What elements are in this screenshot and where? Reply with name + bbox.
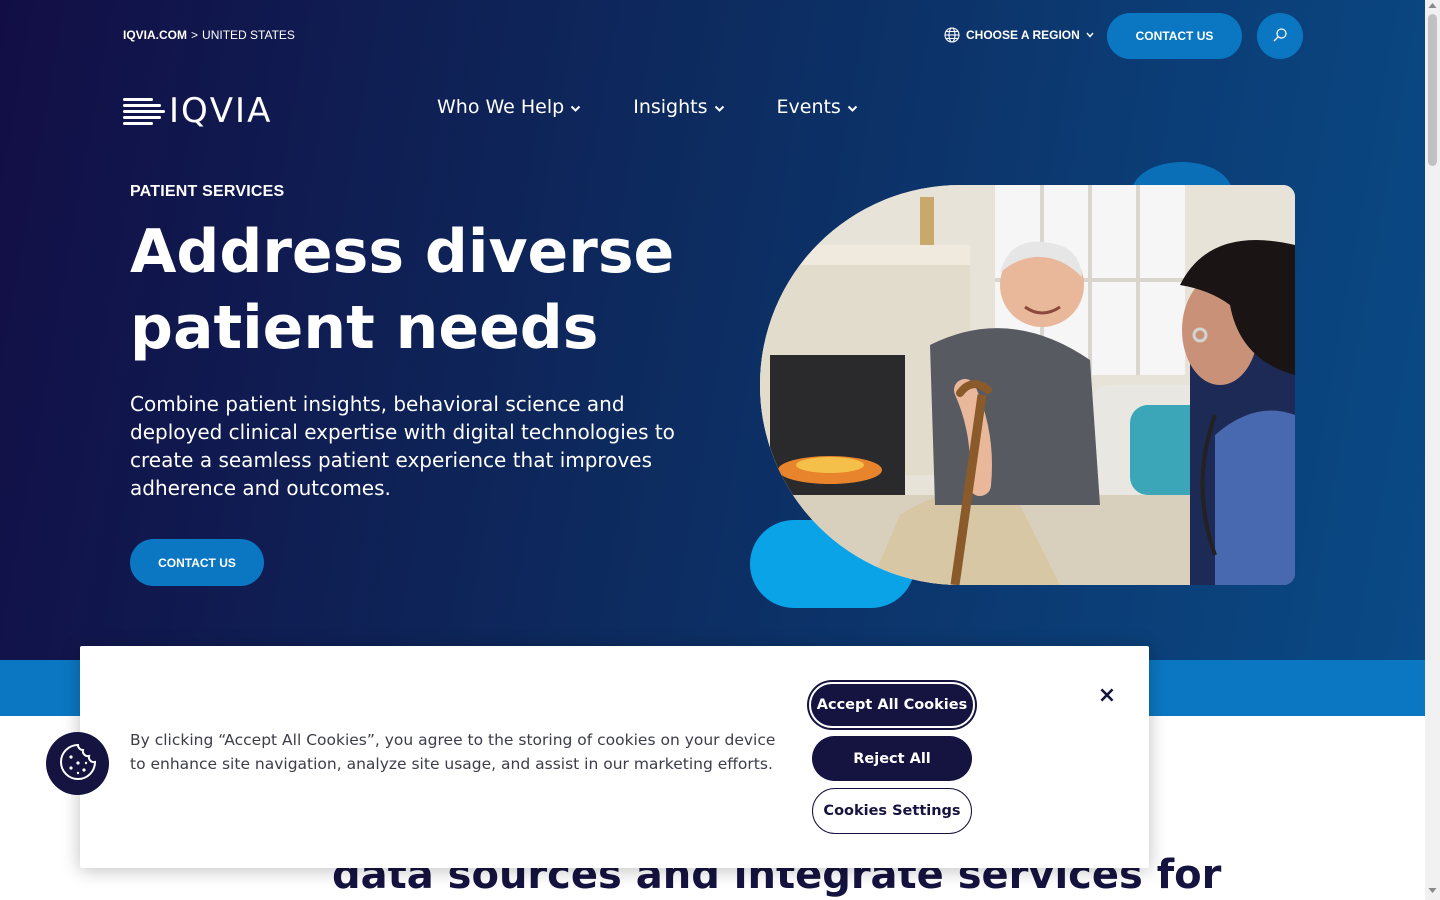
chevron-down-icon xyxy=(714,96,725,118)
globe-icon xyxy=(944,27,960,43)
main-nav: Who We Help Insights Events xyxy=(437,96,858,118)
nav-item-who-we-help[interactable]: Who We Help xyxy=(437,96,581,118)
chevron-down-icon xyxy=(1086,32,1094,38)
nav-item-insights[interactable]: Insights xyxy=(633,96,724,118)
hero-contact-button[interactable]: CONTACT US xyxy=(130,539,264,586)
hero-title: Address diverse patient needs xyxy=(130,217,675,363)
nav-item-label: Events xyxy=(776,96,841,118)
hero-description: Combine patient insights, behavioral sci… xyxy=(130,392,675,500)
breadcrumb-root-link[interactable]: IQVIA.COM xyxy=(123,28,187,42)
search-button[interactable] xyxy=(1257,13,1303,59)
region-label: CHOOSE A REGION xyxy=(966,28,1080,42)
breadcrumb: IQVIA.COM > UNITED STATES xyxy=(123,28,295,42)
nav-item-events[interactable]: Events xyxy=(777,96,858,118)
logo-speed-lines xyxy=(123,97,165,125)
cookie-consent-banner: By clicking “Accept All Cookies”, you ag… xyxy=(80,646,1149,868)
breadcrumb-separator: > xyxy=(191,28,199,42)
chevron-down-icon xyxy=(847,96,858,118)
hero-eyebrow: PATIENT SERVICES xyxy=(130,183,285,200)
chevron-down-icon xyxy=(570,96,581,118)
cookie-icon xyxy=(58,742,98,785)
scroll-down-arrow-icon[interactable] xyxy=(1428,888,1437,893)
header-contact-button[interactable]: CONTACT US xyxy=(1107,13,1242,59)
cookie-consent-text: By clicking “Accept All Cookies”, you ag… xyxy=(130,731,776,773)
hero-photo xyxy=(760,185,1295,585)
search-icon xyxy=(1272,27,1288,46)
choose-region-button[interactable]: CHOOSE A REGION xyxy=(944,27,1094,43)
close-glyph: × xyxy=(1097,682,1117,708)
close-icon[interactable]: × xyxy=(1096,682,1118,708)
reject-all-button[interactable]: Reject All xyxy=(812,736,972,781)
iqvia-logo[interactable]: IQVIA xyxy=(123,94,285,128)
nav-item-label: Insights xyxy=(633,96,708,118)
cookies-settings-button[interactable]: Cookies Settings xyxy=(812,788,972,834)
accept-all-cookies-button[interactable]: Accept All Cookies xyxy=(809,682,975,728)
breadcrumb-current: UNITED STATES xyxy=(202,28,295,42)
page-scrollbar-thumb[interactable] xyxy=(1428,14,1437,166)
scroll-up-arrow-icon[interactable] xyxy=(1428,3,1437,8)
cookie-preferences-button[interactable] xyxy=(46,732,109,795)
hero-section: IQVIA.COM > UNITED STATES CHOOSE A REGION … xyxy=(0,0,1425,660)
nav-item-label: Who We Help xyxy=(437,96,565,118)
logo-wordmark: IQVIA xyxy=(169,91,273,131)
